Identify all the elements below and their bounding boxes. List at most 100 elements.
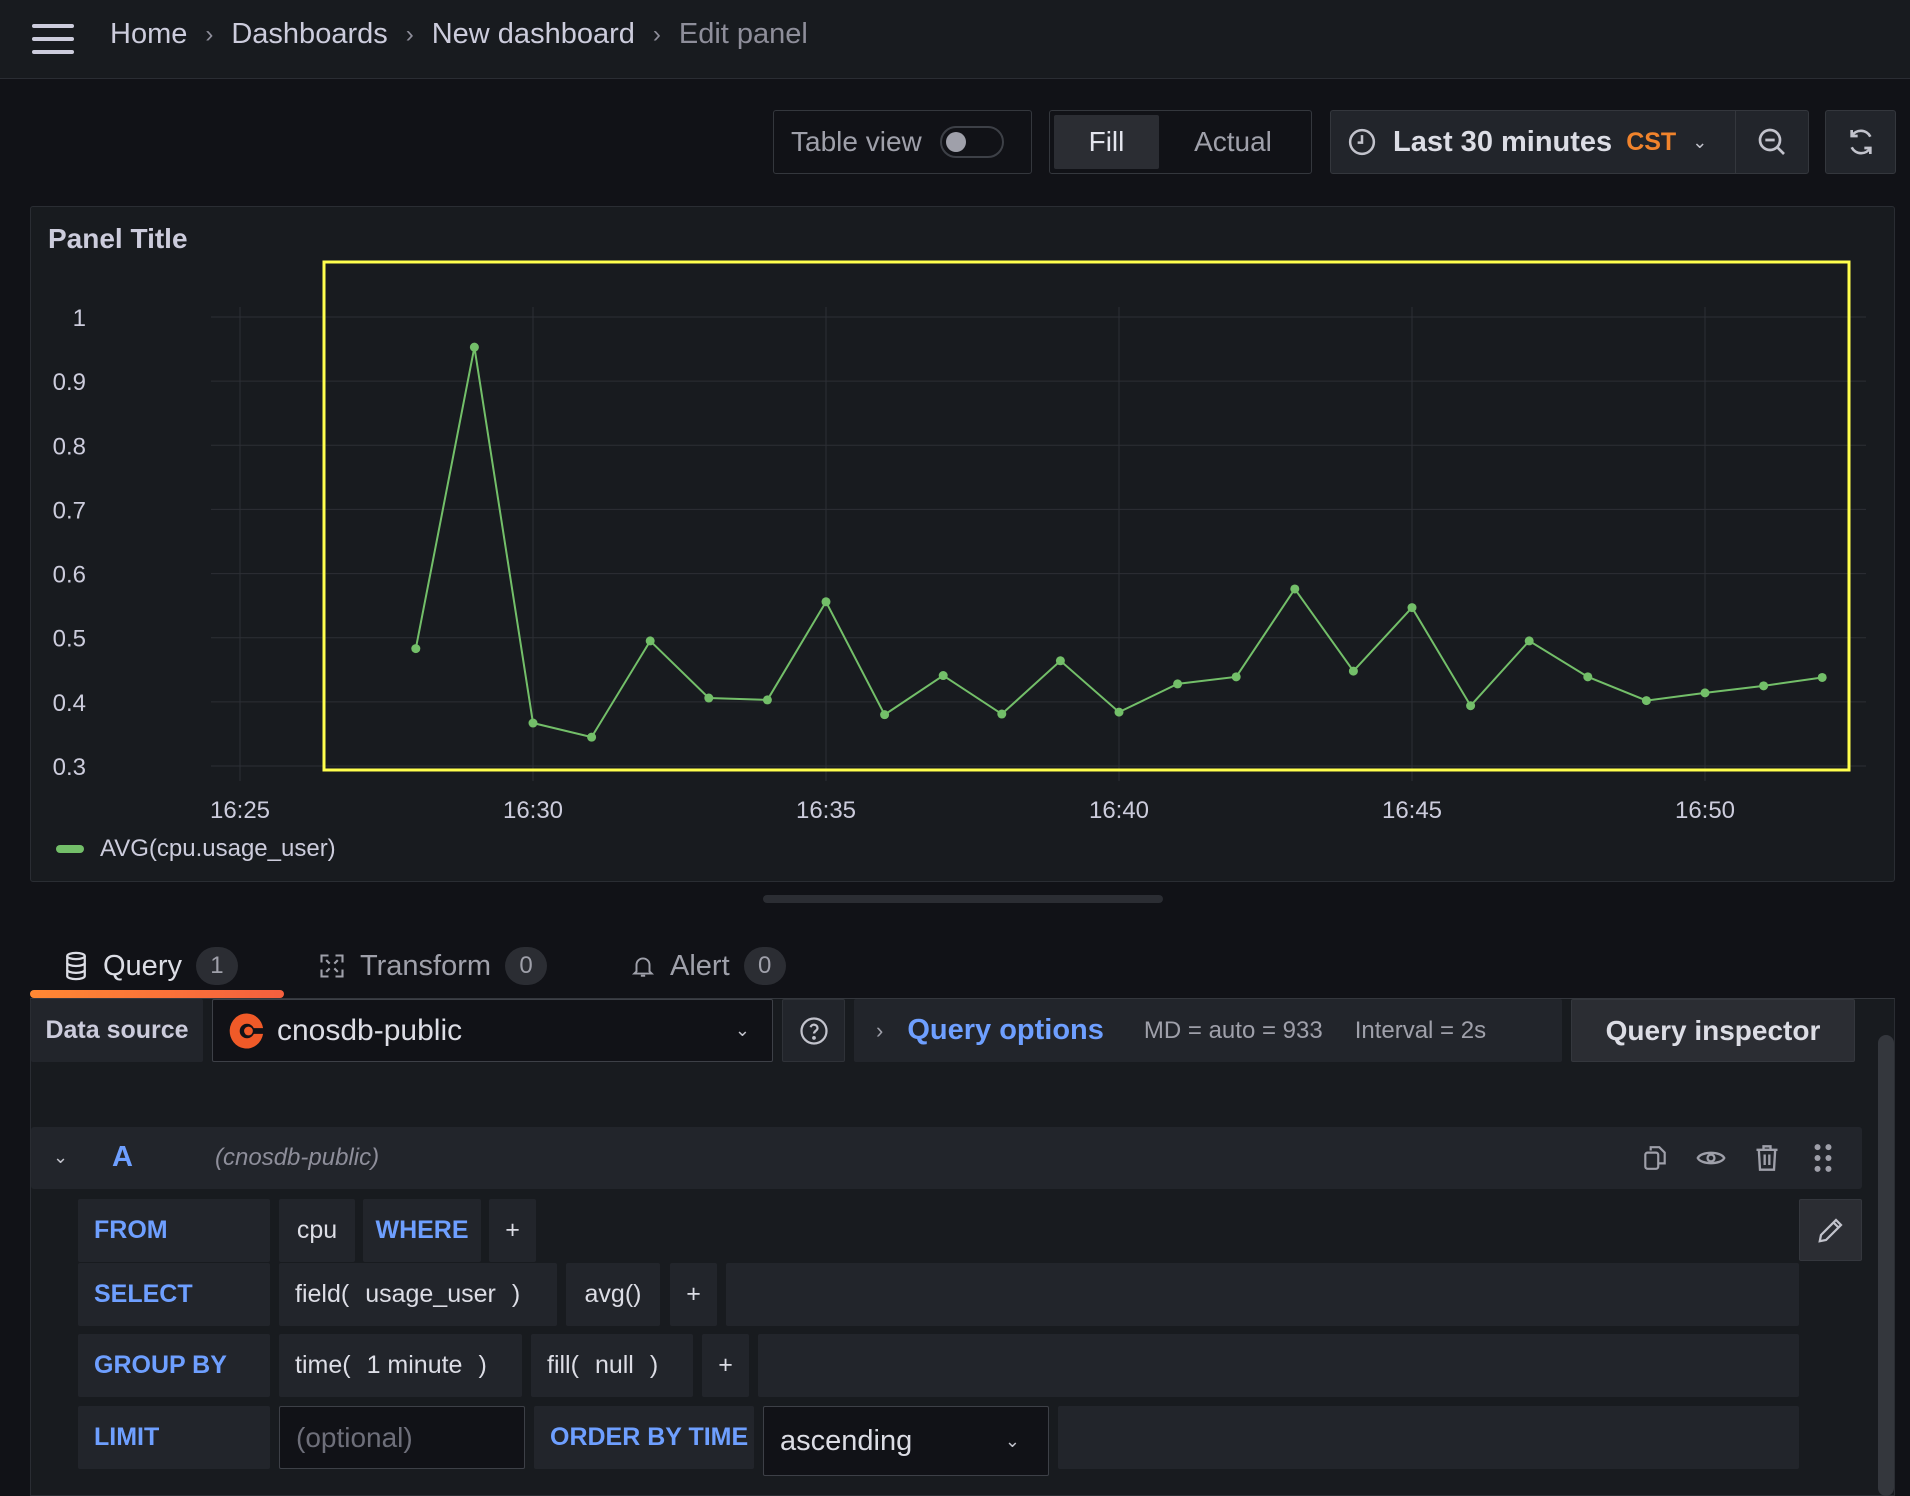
- table-view-toggle[interactable]: [939, 126, 1004, 158]
- fill-segment[interactable]: fill( null ): [531, 1334, 693, 1397]
- data-point: [997, 709, 1007, 719]
- fill-value[interactable]: null: [595, 1351, 634, 1380]
- x-tick-label: 16:25: [210, 797, 270, 824]
- limit-keyword: LIMIT: [78, 1406, 270, 1469]
- breadcrumb-new-dashboard[interactable]: New dashboard: [432, 18, 635, 51]
- y-tick-label: 0.4: [53, 690, 86, 717]
- data-point: [1641, 696, 1651, 706]
- breadcrumb-separator: ›: [405, 20, 414, 48]
- active-tab-indicator: [30, 990, 284, 998]
- data-point: [1290, 584, 1300, 594]
- drag-handle[interactable]: [1806, 1141, 1840, 1175]
- table-view-toggle-group: Table view: [773, 110, 1032, 174]
- data-point: [1759, 681, 1769, 691]
- refresh-button[interactable]: [1825, 110, 1896, 174]
- group-by-keyword: GROUP BY: [78, 1334, 270, 1397]
- aggregation-segment[interactable]: avg(): [566, 1263, 660, 1326]
- query-row-header: ⌄ A (cnosdb-public): [31, 1127, 1862, 1189]
- chevron-down-icon: ⌄: [1692, 131, 1708, 152]
- data-point: [411, 644, 421, 654]
- legend-color-swatch: [56, 845, 84, 853]
- field-segment[interactable]: field( usage_user ): [279, 1263, 557, 1326]
- drag-handle-icon: [1814, 1144, 1832, 1172]
- add-select-button[interactable]: +: [670, 1263, 717, 1326]
- data-point: [1055, 656, 1065, 666]
- time-range-picker: Last 30 minutes CST ⌄: [1330, 110, 1809, 174]
- tab-alert-label: Alert: [670, 949, 730, 982]
- zoom-out-icon: [1758, 128, 1786, 155]
- toggle-visibility-button[interactable]: [1694, 1141, 1728, 1175]
- tab-alert[interactable]: Alert 0: [630, 935, 786, 997]
- chevron-down-icon: ⌄: [734, 1020, 750, 1040]
- zoom-out-button[interactable]: [1736, 111, 1808, 173]
- editor-scrollbar[interactable]: [1878, 1035, 1894, 1496]
- time-function: time(: [295, 1351, 351, 1379]
- order-direction-select[interactable]: ascending ⌄: [763, 1406, 1049, 1476]
- limit-input[interactable]: [279, 1406, 525, 1469]
- cnosdb-logo-icon: [229, 1012, 264, 1049]
- max-data-points: MD = auto = 933: [1143, 1016, 1323, 1044]
- query-options-toggle[interactable]: › Query options MD = auto = 933 Interval…: [854, 999, 1562, 1062]
- database-icon: [66, 951, 86, 981]
- fill-function: fill(: [547, 1351, 579, 1379]
- y-tick-label: 0.3: [53, 754, 86, 781]
- legend-label: AVG(cpu.usage_user): [100, 835, 336, 862]
- query-ref-id[interactable]: A: [112, 1141, 133, 1174]
- time-close-paren: ): [478, 1351, 487, 1379]
- actual-option[interactable]: Actual: [1159, 115, 1307, 169]
- order-by-time-keyword: ORDER BY TIME: [534, 1406, 754, 1469]
- trash-icon: [1756, 1145, 1778, 1171]
- chevron-right-icon: ›: [876, 1017, 884, 1043]
- data-point: [1466, 701, 1476, 711]
- highlight-region: [322, 260, 1851, 772]
- breadcrumb-home[interactable]: Home: [110, 18, 187, 51]
- data-point: [821, 597, 831, 607]
- breadcrumb-dashboards[interactable]: Dashboards: [231, 18, 387, 51]
- fill-close-paren: ): [649, 1351, 659, 1379]
- duplicate-query-button[interactable]: [1638, 1141, 1672, 1175]
- fill-actual-radio-group: Fill Actual: [1049, 110, 1312, 174]
- query-inspector-button[interactable]: Query inspector: [1571, 999, 1855, 1062]
- measurement-segment[interactable]: cpu: [279, 1199, 355, 1262]
- refresh-icon: [1849, 129, 1872, 155]
- datasource-picker[interactable]: cnosdb-public ⌄: [212, 999, 773, 1062]
- field-value[interactable]: usage_user: [365, 1280, 496, 1309]
- time-range-button[interactable]: Last 30 minutes CST ⌄: [1331, 111, 1737, 173]
- limit-row-filler: [1058, 1406, 1799, 1469]
- pencil-icon: [1817, 1218, 1843, 1243]
- panel-preview: Panel Title 1 0.9 0.8 0.7 0.6 0.5 0.4 0.3 16:25 1…: [30, 206, 1895, 882]
- breadcrumb-separator: ›: [652, 20, 661, 48]
- add-where-button[interactable]: +: [489, 1199, 536, 1262]
- duplicate-icon: [1644, 1146, 1666, 1170]
- tab-transform[interactable]: Transform 0: [318, 935, 548, 997]
- data-point: [645, 636, 655, 646]
- legend-item[interactable]: AVG(cpu.usage_user): [56, 835, 336, 863]
- breadcrumb: Home › Dashboards › New dashboard › Edit…: [110, 18, 808, 51]
- time-range-label: Last 30 minutes: [1393, 125, 1613, 158]
- datasource-help-button[interactable]: [782, 999, 845, 1062]
- hamburger-menu-icon[interactable]: [32, 24, 74, 54]
- add-group-by-button[interactable]: +: [702, 1334, 749, 1397]
- fill-option[interactable]: Fill: [1054, 115, 1159, 169]
- tab-query[interactable]: Query 1: [63, 935, 238, 997]
- collapse-chevron-icon[interactable]: ⌄: [53, 1147, 68, 1168]
- data-point: [1348, 666, 1358, 676]
- eye-icon: [1696, 1151, 1726, 1165]
- breadcrumb-edit-panel: Edit panel: [678, 18, 808, 50]
- query-options-label: Query options: [907, 1014, 1104, 1046]
- data-point: [704, 693, 714, 703]
- time-group-segment[interactable]: time( 1 minute ): [279, 1334, 522, 1397]
- data-point: [1173, 679, 1183, 689]
- time-interval-value[interactable]: 1 minute: [367, 1351, 463, 1380]
- time-series-chart[interactable]: 1 0.9 0.8 0.7 0.6 0.5 0.4 0.3 16:25 16:30 16:35 16:…: [31, 207, 1896, 883]
- where-keyword[interactable]: WHERE: [363, 1199, 481, 1262]
- delete-query-button[interactable]: [1750, 1141, 1784, 1175]
- field-close-paren: ): [511, 1280, 521, 1308]
- toggle-knob: [945, 132, 966, 152]
- x-tick-label: 16:35: [796, 797, 856, 824]
- toggle-raw-query-button[interactable]: [1799, 1199, 1862, 1261]
- select-row-filler: [726, 1263, 1799, 1326]
- y-tick-label: 0.6: [53, 562, 86, 589]
- x-tick-label: 16:40: [1089, 797, 1149, 824]
- panel-resize-handle[interactable]: [763, 895, 1163, 903]
